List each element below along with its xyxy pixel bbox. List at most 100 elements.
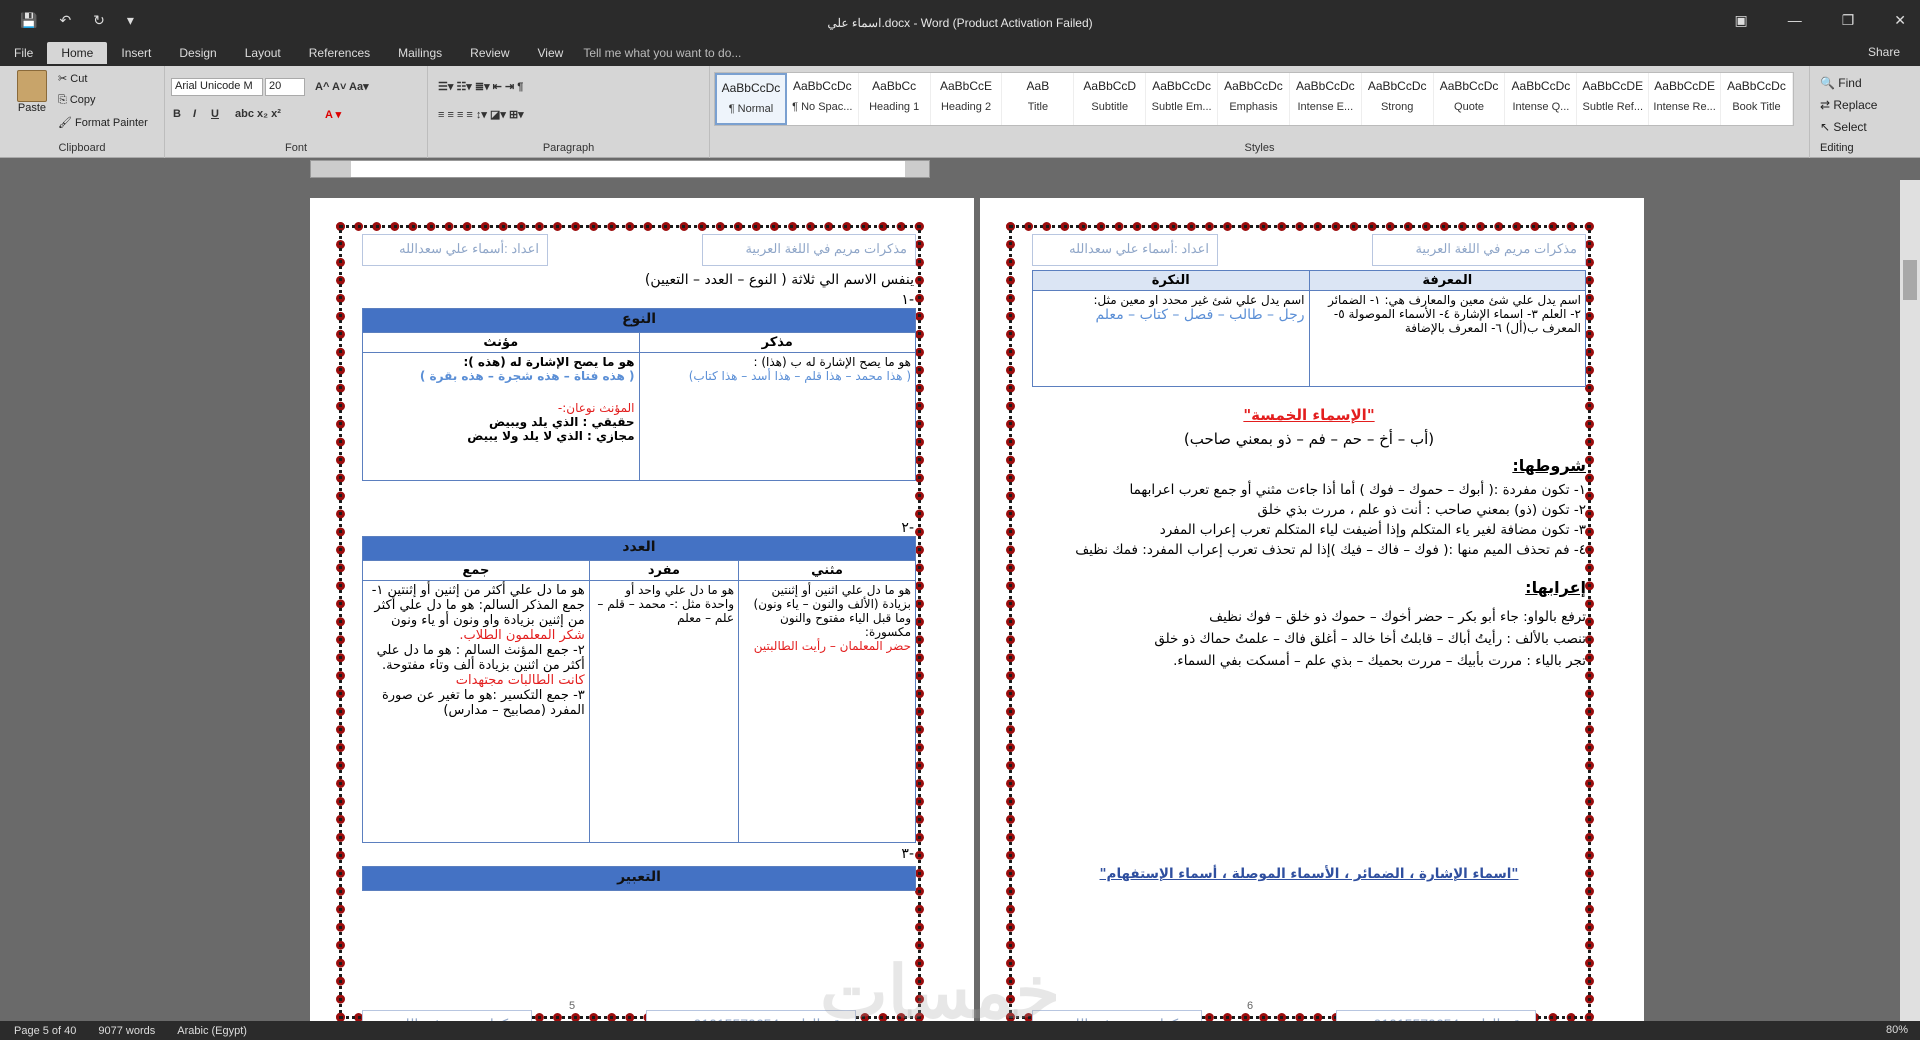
tab-references[interactable]: References [295,42,384,64]
bold-button[interactable]: B [173,108,181,120]
item-number-1: -١ [901,292,914,308]
font-size-input[interactable]: 20 [265,78,305,96]
tab-mailings[interactable]: Mailings [384,42,456,64]
conditions-title: شروطها: [1512,456,1586,475]
intro-text: ينفس الاسم الي ثلاثة ( النوع – العدد – ا… [644,272,914,288]
tab-design[interactable]: Design [165,42,230,64]
header-title: مذكرات مريم في اللغة العربية [1372,234,1586,266]
singular-cell: هو ما دل علي واحد أو واحدة مثل :- محمد –… [588,580,740,843]
item-number-2: -٢ [901,520,914,536]
minimize-icon[interactable]: — [1788,12,1802,29]
page-number: 6 [1246,1000,1254,1012]
list-icons[interactable]: ☰▾ ☷▾ ≣▾ ⇤ ⇥ ¶ [438,80,523,93]
dual-cell: هو ما دل علي اثنين أو إثنتين بزيادة (الأ… [738,580,916,843]
format-painter-button[interactable]: 🖌 Format Painter [58,116,148,129]
ribbon-display-icon[interactable]: ▣ [1734,12,1747,29]
tab-review[interactable]: Review [456,42,523,64]
restore-icon[interactable]: ❐ [1842,12,1855,29]
plural-text-3: ٣- جمع التكسير :هو ما تغير عن صورة المفر… [381,688,585,718]
close-icon[interactable]: ✕ [1894,12,1906,29]
masc-header: مذكر [638,332,916,353]
paragraph-group: ☰▾ ☷▾ ≣▾ ⇤ ⇥ ¶ ≡ ≡ ≡ ≡ ↕▾ ◪▾ ⊞▾ Paragrap… [428,66,710,158]
fem-cell: هو ما يصح الإشارة له (هذه ): ( هذه فتاة … [362,352,640,481]
tab-insert[interactable]: Insert [107,42,165,64]
strike-subscript-icons[interactable]: abc x₂ x² [235,108,281,120]
find-button[interactable]: 🔍 Find [1820,72,1877,94]
five-nouns-title: "الإسماء الخمسة" [1243,406,1375,424]
fem-header: مؤنث [362,332,640,353]
fem-real: حقيقي : الذي يلد ويبيض [489,415,635,429]
replace-button[interactable]: ⇄ Replace [1820,94,1877,116]
plural-example-2: كانت الطالبات مجتهدات [455,673,585,688]
status-bar: Page 5 of 40 9077 words Arabic (Egypt) 8… [0,1021,1920,1040]
next-topic-title: "اسماء الإشارة ، الضمائر ، الأسماء الموص… [1099,866,1519,882]
cut-button[interactable]: ✂ Cut [58,72,87,85]
parsing-3: تجر بالياء : مررت بأبيك – مررت بحميك – ب… [1173,653,1586,669]
page-indicator[interactable]: Page 5 of 40 [14,1025,76,1037]
parsing-list: ترفع بالواو: جاء أبو بكر – حضر أخوك – حم… [1032,606,1586,672]
scroll-thumb[interactable] [1903,260,1917,300]
font-label: Font [284,142,307,154]
indefinite-header: النكرة [1032,270,1310,291]
grow-font-icon[interactable]: A^ A˅ Aa▾ [315,80,369,93]
paste-label: Paste [17,102,47,114]
number-table-title: العدد [362,536,916,561]
tab-layout[interactable]: Layout [231,42,295,64]
underline-button[interactable]: U [211,108,219,120]
fem-types: المؤنث نوعان:- [557,401,635,415]
tab-file[interactable]: File [0,42,47,64]
masc-examples: ( هذا محمد – هذا قلم – هذا أسد – هذا كتا… [688,369,911,383]
tab-view[interactable]: View [524,42,578,64]
definite-header: المعرفة [1308,270,1586,291]
word-count[interactable]: 9077 words [98,1025,155,1037]
condition-4: ٤- فم تحذف الميم منها :( فوك – فاك – فيك… [1075,542,1586,558]
share-button[interactable]: Share [1868,45,1900,59]
vertical-scrollbar[interactable] [1900,180,1920,1021]
italic-button[interactable]: I [193,108,196,120]
styles-label: Styles [1244,142,1275,154]
tell-me-input[interactable]: Tell me what you want to do... [583,46,741,60]
parsing-1: ترفع بالواو: جاء أبو بكر – حضر أخوك – حم… [1209,609,1586,625]
zoom-level[interactable]: 80% [1886,1024,1908,1036]
styles-group: Styles [710,66,1810,158]
editing-group: 🔍 Find ⇄ Replace ↖ Select [1820,72,1877,138]
indefinite-examples: رجل – طالب – فصل – كتاب – معلم [1095,307,1305,323]
language-indicator[interactable]: Arabic (Egypt) [177,1025,247,1037]
header-author: اعداد :أسماء علي سعدالله [1032,234,1218,266]
paragraph-label: Paragraph [542,142,595,154]
align-icons[interactable]: ≡ ≡ ≡ ≡ ↕▾ ◪▾ ⊞▾ [438,108,524,121]
document-workspace: اعداد :أسماء علي سعدالله مذكرات مريم في … [0,180,1900,1021]
plural-text-2: ٢- جمع المؤنث السالم : هو ما دل علي أكثر… [376,643,585,673]
fem-examples: ( هذه فتاة – هذه شجرة – هذه بقرة ) [419,369,635,383]
tab-home[interactable]: Home [47,42,108,64]
specification-table: التعبير [362,866,916,891]
singular-text: هو ما دل علي واحد أو واحدة مثل :- محمد –… [597,583,735,625]
select-button[interactable]: ↖ Select [1820,116,1877,138]
masc-definition: هو ما يصح الإشارة له ب (هذا) : [753,355,911,369]
window-title: اسماء علي.docx - Word (Product Activatio… [827,16,1093,30]
parsing-title: إعرابها: [1525,578,1586,597]
clipboard-group: Paste ✂ Cut ⎘ Copy 🖌 Format Painter Clip… [0,66,165,158]
ribbon: Paste ✂ Cut ⎘ Copy 🖌 Format Painter Clip… [0,66,1920,158]
footer-title: مذكرات مريم في اللغة العربية [362,1010,532,1021]
font-color-icon[interactable]: A ▾ [325,108,341,121]
item-number-3: -٣ [901,846,914,862]
ribbon-tabs: File Home Insert Design Layout Reference… [0,40,1920,66]
dual-header: مثني [738,560,916,581]
definite-text: اسم يدل علي شئ معين والمعارف هي: ١- الضم… [1328,293,1581,335]
masc-cell: هو ما يصح الإشارة له ب (هذا) : ( هذا محم… [638,352,916,481]
fem-figurative: مجازي : الذي لا يلد ولا يبيض [467,429,635,443]
page-6: اعداد :أسماء علي سعدالله مذكرات مريم في … [980,198,1644,1021]
format-painter-label: Format Painter [75,117,148,129]
font-name-input[interactable]: Arial Unicode M [171,78,263,96]
indefinite-text: اسم يدل علي شئ غير محدد او معين مثل: [1093,293,1305,307]
copy-button[interactable]: ⎘ Copy [58,94,96,107]
clipboard-label: Clipboard [58,142,106,154]
parsing-2: تنصب بالألف : رأيتُ أباك – قابلتُ أخا خا… [1154,631,1586,647]
specification-title: التعبير [362,866,916,891]
paste-button[interactable]: Paste [10,70,54,114]
horizontal-ruler[interactable] [310,160,930,178]
page-5: اعداد :أسماء علي سعدالله مذكرات مريم في … [310,198,974,1021]
header-title: مذكرات مريم في اللغة العربية [702,234,916,266]
plural-text-1: هو ما دل علي أكثر من إثنين أو إثنتين ١- … [371,583,585,628]
